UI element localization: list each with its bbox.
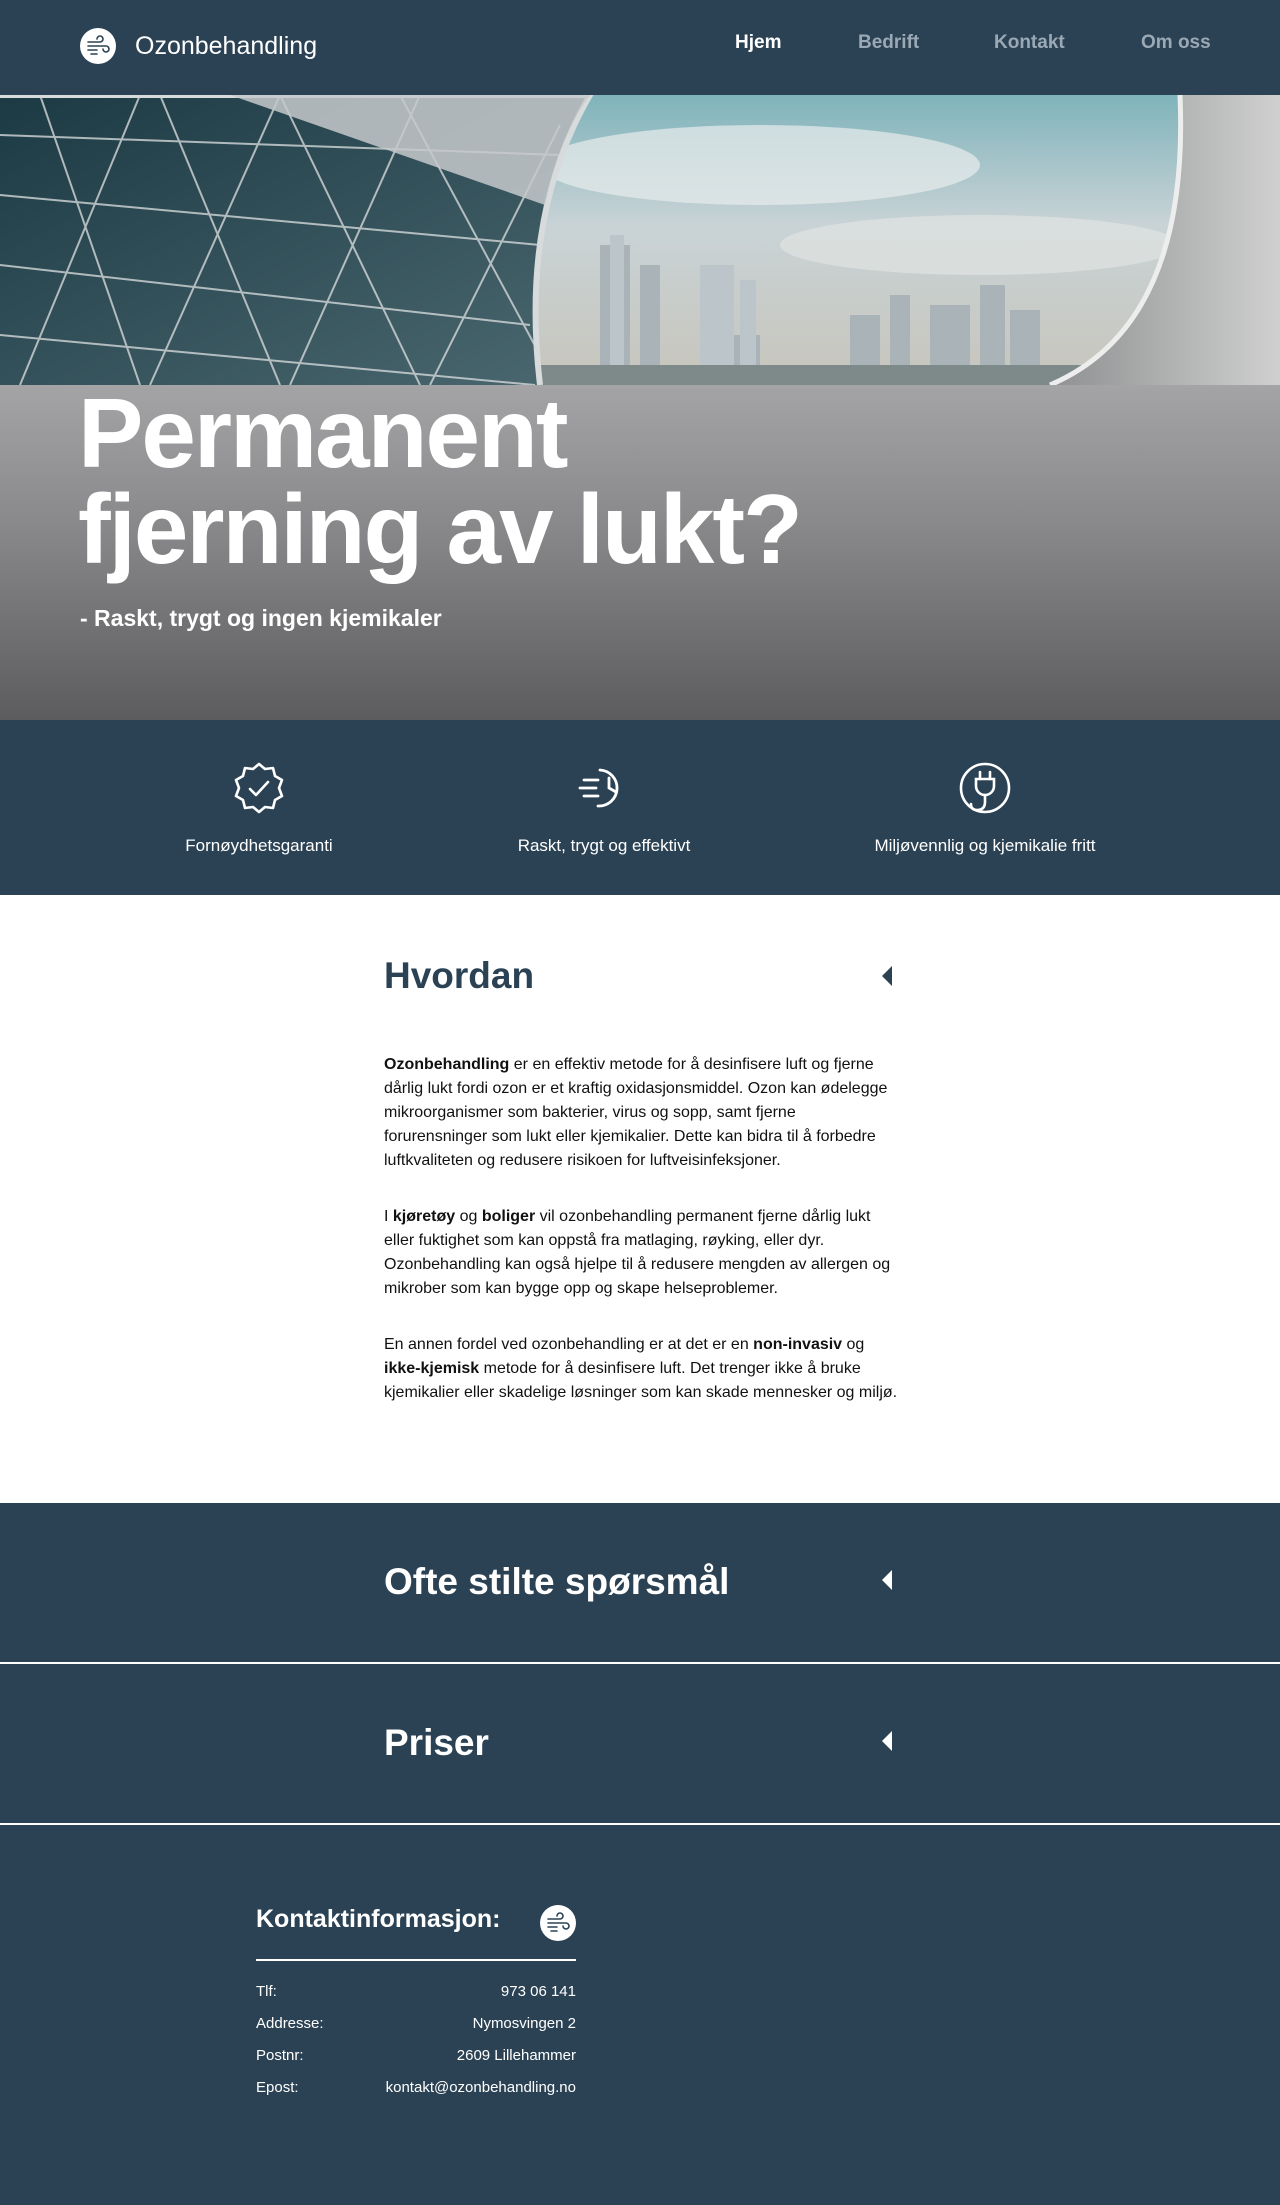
nav-link-kontakt[interactable]: Kontakt	[994, 32, 1065, 54]
brand-name: Ozonbehandling	[135, 31, 318, 60]
features-strip: Fornøydhetsgaranti Raskt, trygt og effek…	[0, 720, 1280, 895]
postcode-value: 2609 Lillehammer	[456, 2047, 576, 2064]
wind-logo-icon	[80, 28, 116, 64]
hero-subtitle: - Raskt, trygt og ingen kjemikaler	[80, 605, 442, 631]
contact-label: Tlf:	[256, 1983, 277, 2000]
paragraph-text: og	[455, 1208, 482, 1225]
feature-eco: Miljøvennlig og kjemikalie fritt	[825, 760, 1145, 856]
contact-label: Epost:	[256, 2079, 299, 2096]
address-value: Nymosvingen 2	[472, 2015, 576, 2032]
feature-guarantee: Fornøydhetsgaranti	[99, 760, 419, 856]
fast-clock-icon	[578, 768, 619, 808]
hvordan-paragraph-2: I kjøretøy og boliger vil ozonbehandling…	[384, 1205, 900, 1301]
eco-plug-icon	[959, 762, 1011, 814]
feature-fast: Raskt, trygt og effektivt	[444, 760, 764, 856]
hvordan-paragraph-1: Ozonbehandling er en effektiv metode for…	[384, 1053, 900, 1173]
wind-logo-icon	[540, 1905, 576, 1941]
priser-title[interactable]: Priser	[384, 1722, 489, 1764]
contact-title: Kontaktinformasjon:	[256, 1905, 501, 1933]
faq-accordion[interactable]: Ofte stilte spørsmål	[0, 1503, 1280, 1664]
divider	[256, 1959, 576, 1961]
bold-term: Ozonbehandling	[384, 1056, 510, 1073]
hero-architecture-image	[0, 95, 1280, 385]
paragraph-text: En annen fordel ved ozonbehandling er at…	[384, 1336, 754, 1353]
contact-label: Postnr:	[256, 2047, 304, 2064]
phone-value[interactable]: 973 06 141	[501, 1983, 576, 2000]
bold-term: boliger	[481, 1208, 536, 1225]
hero-title-line2: fjerning av lukt?	[78, 474, 803, 584]
bold-term: ikke-kjemisk	[384, 1360, 480, 1377]
expand-arrow-icon[interactable]	[880, 1730, 894, 1752]
collapse-arrow-icon[interactable]	[880, 965, 894, 987]
contact-label: Addresse:	[256, 2015, 324, 2032]
paragraph-text: I	[384, 1208, 393, 1225]
badge-check-icon	[234, 762, 284, 814]
feature-label: Miljøvennlig og kjemikalie fritt	[874, 836, 1096, 855]
nav-link-om-oss[interactable]: Om oss	[1141, 32, 1211, 54]
top-navbar: Ozonbehandling Hjem Bedrift Kontakt Om o…	[0, 0, 1280, 95]
nav-link-bedrift[interactable]: Bedrift	[858, 32, 919, 54]
priser-accordion[interactable]: Priser	[0, 1664, 1280, 1825]
hero-title: Permanent fjerning av lukt?	[78, 384, 978, 578]
hero-title-line1: Permanent	[78, 378, 569, 488]
hero-section: Permanent fjerning av lukt? - Raskt, try…	[0, 95, 1280, 720]
hvordan-section: Hvordan Ozonbehandling er en effektiv me…	[0, 895, 1280, 1503]
brand-link[interactable]: Ozonbehandling	[80, 28, 317, 64]
feature-label: Fornøydhetsgaranti	[185, 836, 333, 855]
contact-footer: Kontaktinformasjon: Tlf: 973 06 141 Addr…	[0, 1825, 1280, 2205]
feature-label: Raskt, trygt og effektivt	[517, 836, 691, 855]
hvordan-title: Hvordan	[384, 955, 535, 996]
bold-term: kjøretøy	[392, 1208, 456, 1225]
faq-title[interactable]: Ofte stilte spørsmål	[384, 1561, 729, 1603]
expand-arrow-icon[interactable]	[880, 1569, 894, 1591]
nav-link-hjem[interactable]: Hjem	[735, 32, 781, 54]
paragraph-text: og	[842, 1336, 865, 1353]
hvordan-paragraph-3: En annen fordel ved ozonbehandling er at…	[384, 1333, 900, 1405]
bold-term: non-invasiv	[753, 1336, 843, 1353]
email-link[interactable]: kontakt@ozonbehandling.no	[386, 2079, 576, 2096]
